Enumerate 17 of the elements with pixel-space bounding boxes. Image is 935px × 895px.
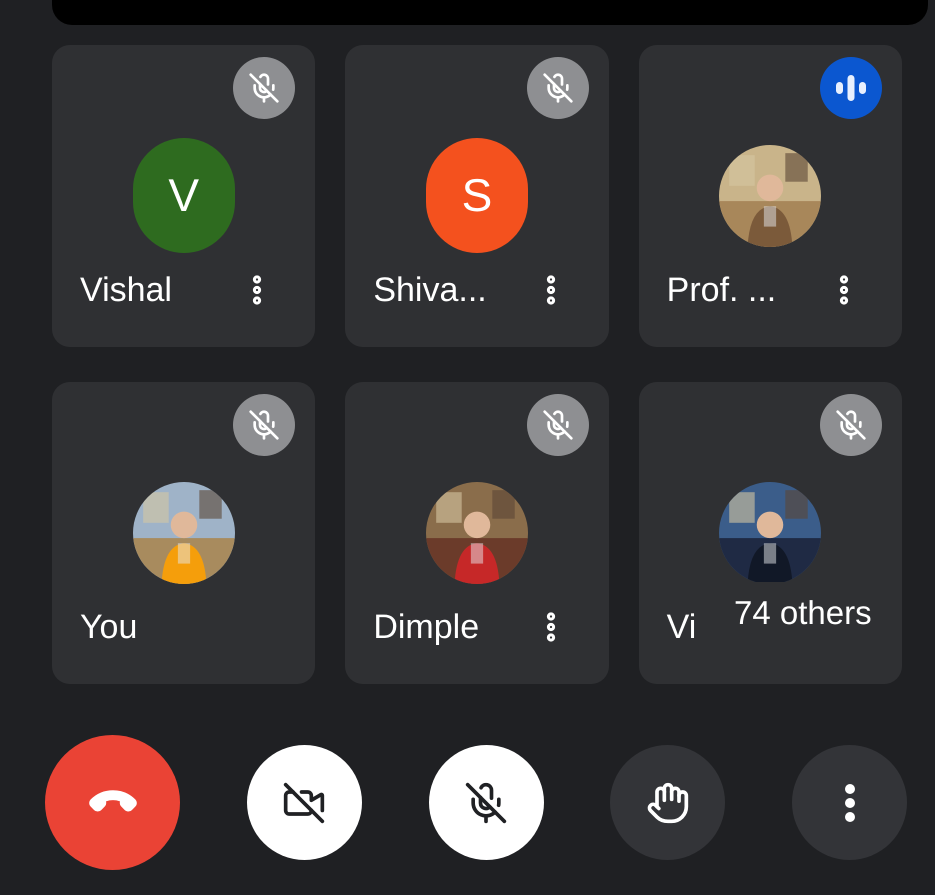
microphone-off-icon: [464, 780, 508, 824]
participant-tile[interactable]: Prof. ...: [638, 45, 902, 347]
participant-tile[interactable]: You: [52, 382, 316, 684]
participant-name: Dimple: [373, 610, 480, 644]
hand-icon: [646, 780, 690, 824]
more-options-icon: [844, 782, 856, 822]
participant-name: Vishal: [80, 273, 172, 307]
avatar: S: [426, 138, 528, 253]
participant-name: Prof. ...: [666, 273, 776, 307]
camera-off-icon: [282, 780, 326, 824]
participant-name: You: [80, 610, 138, 644]
participant-tile[interactable]: Dimple: [345, 382, 609, 684]
participant-name: Vi: [666, 610, 696, 644]
participant-name: Shiva...: [373, 273, 487, 307]
avatar: V: [132, 138, 235, 253]
participant-tile[interactable]: S Shiva...: [345, 45, 609, 347]
participant-tile[interactable]: V Vishal: [52, 45, 316, 347]
